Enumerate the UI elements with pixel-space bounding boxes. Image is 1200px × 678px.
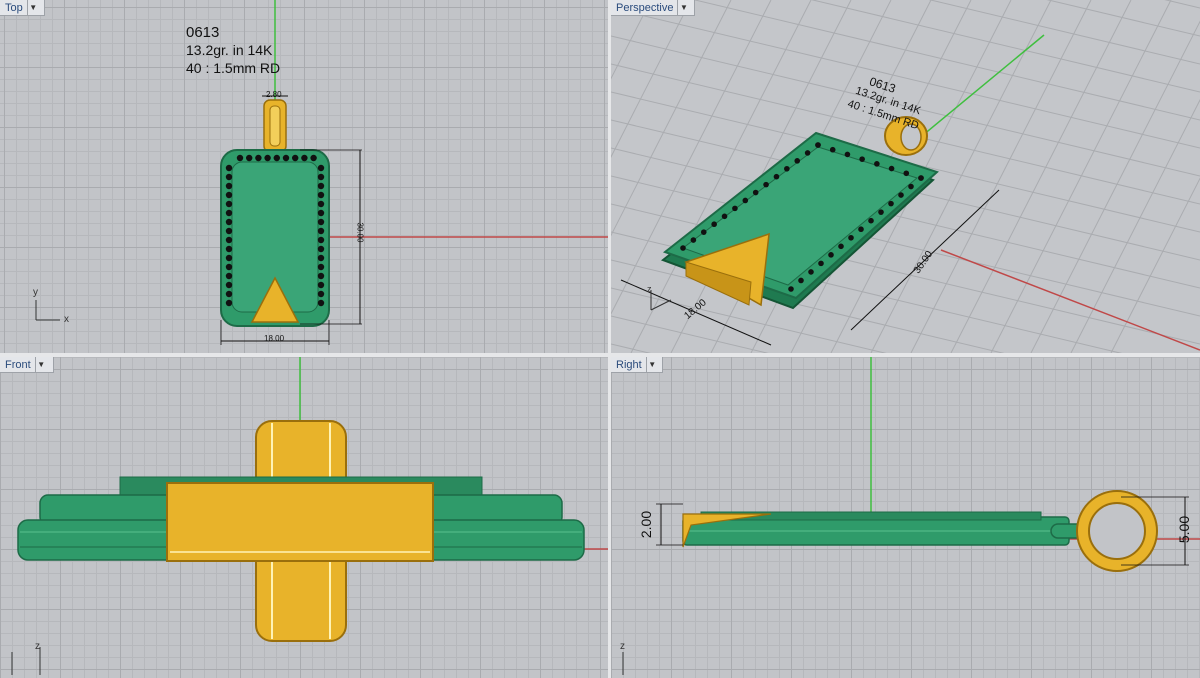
- axis-x-label: x: [64, 314, 69, 325]
- top-view-canvas: [35, 0, 608, 345]
- caret-down-icon[interactable]: ▼: [26, 0, 39, 15]
- tab-right[interactable]: Right ▼: [611, 357, 663, 373]
- viewport-label: Top: [5, 1, 23, 14]
- dimension-bail-width: 2.80: [266, 90, 282, 99]
- axis-z-label: z: [620, 641, 625, 652]
- viewport-divider-horizontal[interactable]: [0, 353, 1200, 357]
- viewport-label: Right: [616, 358, 642, 371]
- tab-front[interactable]: Front ▼: [0, 357, 54, 373]
- viewport-label: Front: [5, 358, 31, 371]
- annotation-stones: 40 : 1.5mm RD: [186, 60, 281, 76]
- tab-perspective[interactable]: Perspective ▼: [611, 0, 695, 16]
- dimension-width: 18.00: [264, 334, 285, 343]
- axis-z-label: z: [35, 641, 40, 652]
- caret-down-icon[interactable]: ▼: [645, 357, 658, 372]
- dimension-height: 30.00: [355, 222, 365, 243]
- triangle-inlay: [166, 482, 434, 562]
- dimension-thickness: 2.00: [638, 510, 655, 539]
- right-view-canvas: [622, 357, 1200, 675]
- viewport-divider-vertical[interactable]: [608, 0, 611, 678]
- dimension-bail-diameter: 5.00: [1176, 515, 1193, 544]
- tab-top[interactable]: Top ▼: [0, 0, 45, 16]
- axis-y-label: y: [33, 287, 38, 298]
- caret-down-icon[interactable]: ▼: [677, 0, 689, 15]
- perspective-viewport[interactable]: Perspective ▼ 0613 13.2gr. in 14K 40 : 1…: [611, 0, 1200, 353]
- front-viewport[interactable]: Front ▼ z: [0, 357, 608, 678]
- y-axis-line: [910, 34, 1045, 146]
- axis-z-label: z: [647, 284, 652, 294]
- annotation-weight: 13.2gr. in 14K: [186, 42, 273, 58]
- x-axis-line: [940, 249, 1200, 351]
- front-view-canvas: [11, 357, 608, 675]
- top-viewport[interactable]: Top ▼ 0613 13.2gr. in 14K 40 : 1.5mm RD …: [0, 0, 608, 353]
- viewport-label: Perspective: [616, 1, 674, 14]
- right-viewport[interactable]: Right ▼ 2.00 5.00 z: [611, 357, 1200, 678]
- caret-down-icon[interactable]: ▼: [34, 357, 47, 372]
- annotation-id: 0613: [186, 24, 220, 41]
